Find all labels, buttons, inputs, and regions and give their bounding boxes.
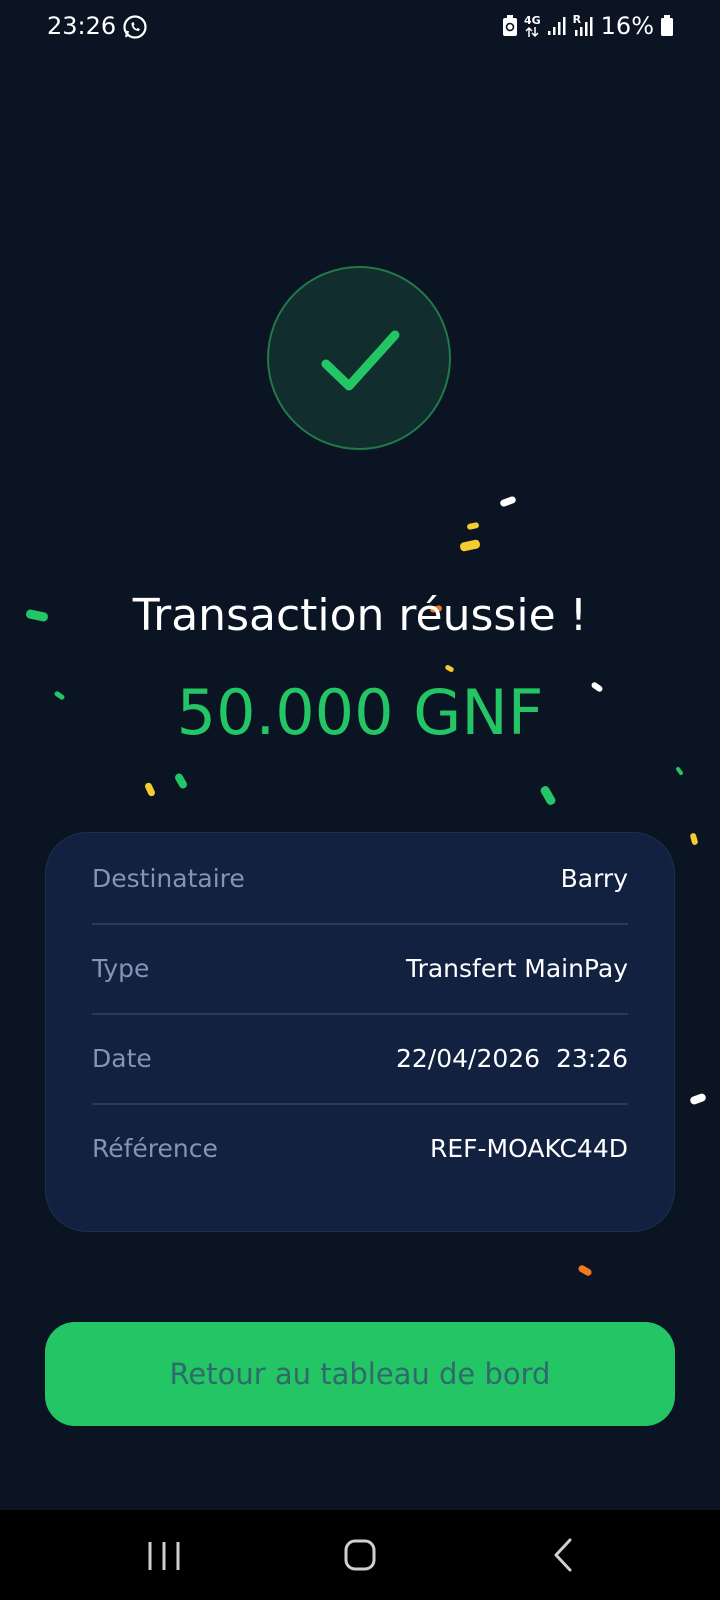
transaction-details-card: Destinataire Barry Type Transfert MainPa…: [45, 832, 675, 1232]
detail-row-reference: Référence REF-MOAKC44D: [92, 1103, 628, 1193]
detail-value: Barry: [560, 863, 628, 893]
detail-value: REF-MOAKC44D: [429, 1133, 628, 1163]
confetti-piece: [499, 495, 517, 508]
network-type: 4G: [523, 13, 541, 27]
detail-value: Transfert MainPay: [405, 953, 628, 983]
back-to-dashboard-button[interactable]: Retour au tableau de bord: [45, 1322, 675, 1426]
detail-label: Type: [92, 953, 150, 983]
confetti-piece: [173, 772, 189, 790]
confetti-piece: [466, 521, 480, 531]
home-icon[interactable]: [336, 1532, 386, 1578]
confetti-piece: [444, 664, 455, 673]
detail-value: 22/04/2026 23:26: [395, 1043, 628, 1073]
battery-saver-icon: [502, 15, 517, 36]
status-bar: 23:26 4G R 16%: [0, 0, 720, 56]
confetti-piece: [675, 766, 684, 776]
success-badge: [267, 266, 451, 450]
confetti-piece: [539, 784, 557, 807]
back-icon[interactable]: [540, 1532, 590, 1578]
battery-icon: [661, 15, 673, 36]
check-icon: [321, 330, 400, 391]
detail-row-recipient: Destinataire Barry: [92, 833, 628, 925]
confetti-piece: [577, 1263, 593, 1278]
detail-row-type: Type Transfert MainPay: [92, 923, 628, 1015]
system-nav-bar: [0, 1510, 720, 1600]
confetti-piece: [459, 539, 481, 552]
confetti-piece: [689, 832, 699, 846]
status-time: 23:26: [47, 12, 117, 40]
confetti-piece: [143, 781, 157, 798]
detail-label: Date: [92, 1043, 152, 1073]
detail-label: Destinataire: [92, 863, 245, 893]
recent-apps-icon[interactable]: [140, 1532, 190, 1578]
whatsapp-icon: [123, 15, 147, 39]
confetti-piece: [689, 1092, 707, 1106]
battery-percent: 16%: [600, 12, 654, 40]
status-icons: 4G R 16%: [502, 12, 674, 40]
signal-icon: [547, 17, 566, 35]
roaming-signal-icon: R: [573, 13, 595, 37]
page-title: Transaction réussie !: [132, 590, 588, 641]
data-arrows-icon: 4G: [524, 15, 541, 38]
transaction-amount: 50.000 GNF: [176, 676, 544, 749]
detail-row-date: Date 22/04/2026 23:26: [92, 1013, 628, 1105]
detail-label: Référence: [92, 1133, 218, 1163]
